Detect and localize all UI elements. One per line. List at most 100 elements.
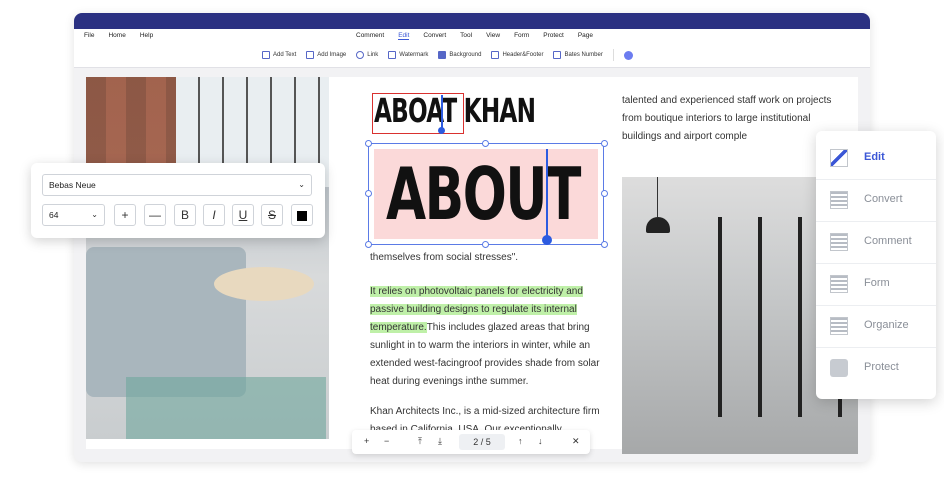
add-text-button[interactable]: Add Text — [262, 51, 296, 59]
menu-home[interactable]: Home — [108, 32, 125, 39]
side-item-form[interactable]: Form — [816, 263, 936, 306]
convert-icon — [830, 191, 848, 209]
text-cursor — [546, 149, 548, 239]
add-image-icon — [306, 51, 315, 59]
zoom-out-button[interactable]: − — [384, 436, 389, 446]
tab-comment[interactable]: Comment — [356, 32, 384, 40]
resize-handle-b[interactable] — [482, 241, 489, 248]
interior-photo-left — [86, 77, 329, 439]
bates-number-button[interactable]: Bates Number — [553, 51, 603, 59]
toolbar-divider-line — [74, 67, 870, 68]
close-icon[interactable]: ✕ — [572, 436, 580, 447]
lamp-cord — [657, 177, 658, 217]
rug — [126, 377, 326, 439]
page-number[interactable]: 2 / 5 — [459, 434, 505, 450]
tab-page[interactable]: Page — [578, 32, 593, 40]
prev-page-icon[interactable]: ↑ — [518, 436, 523, 446]
tab-convert[interactable]: Convert — [423, 32, 446, 40]
link-button[interactable]: Link — [356, 51, 378, 59]
increase-size-button[interactable]: + — [114, 204, 136, 226]
body-paragraph-1[interactable]: It relies on photovoltaic panels for ele… — [370, 283, 602, 391]
text-cursor-small — [441, 95, 443, 129]
watermark-button[interactable]: Watermark — [388, 51, 428, 59]
resize-handle-tl[interactable] — [365, 140, 372, 147]
pendant-lamp — [646, 217, 670, 233]
side-item-label: Form — [864, 277, 890, 289]
chevron-down-icon: ⌄ — [298, 180, 305, 189]
resize-handle-t[interactable] — [482, 140, 489, 147]
next-page-icon[interactable]: ↓ — [538, 436, 543, 446]
menu-bar: File Home Help Comment Edit Convert Tool… — [74, 29, 870, 47]
toolbar-divider — [612, 49, 614, 61]
form-icon — [830, 275, 848, 293]
cursor-handle-small[interactable] — [438, 127, 445, 134]
edit-icon — [830, 149, 848, 167]
feature-side-panel: Edit Convert Comment Form Organize Prote… — [816, 131, 936, 399]
background-icon — [438, 51, 447, 59]
add-text-icon — [262, 51, 270, 59]
side-item-label: Convert — [864, 193, 903, 205]
color-swatch — [297, 210, 307, 221]
side-item-comment[interactable]: Comment — [816, 221, 936, 264]
body-paragraph-2[interactable]: Khan Architects Inc., is a mid-sized arc… — [370, 403, 602, 433]
body-line-1[interactable]: themselves from social stresses". — [370, 249, 602, 267]
header-footer-button[interactable]: Header&Footer — [491, 51, 543, 59]
cursor-handle[interactable] — [542, 235, 552, 245]
side-item-label: Organize — [864, 319, 909, 331]
menu-file[interactable]: File — [84, 32, 94, 39]
side-item-organize[interactable]: Organize — [816, 305, 936, 348]
comment-icon — [830, 233, 848, 251]
text-color-button[interactable] — [291, 204, 313, 226]
background-label: Background — [449, 52, 482, 58]
side-item-protect[interactable]: Protect — [816, 347, 936, 389]
headline-selection-box — [372, 93, 464, 134]
tab-tool[interactable]: Tool — [460, 32, 472, 40]
decrease-size-button[interactable]: — — [144, 204, 166, 226]
chevron-down-icon: ⌄ — [91, 210, 98, 219]
side-item-edit[interactable]: Edit — [816, 137, 936, 180]
font-family-select[interactable]: Bebas Neue ⌄ — [42, 174, 312, 196]
add-image-label: Add Image — [317, 52, 347, 58]
last-page-icon[interactable]: ⤓ — [438, 436, 442, 447]
font-settings-panel: Bebas Neue ⌄ 64 ⌄ + — B I U S — [31, 163, 325, 238]
settings-icon[interactable] — [623, 50, 633, 60]
side-item-label: Edit — [864, 151, 885, 163]
resize-handle-bl[interactable] — [365, 241, 372, 248]
edit-toolbar: Add Text Add Image Link Watermark Backgr… — [74, 47, 870, 68]
font-family-value: Bebas Neue — [49, 180, 96, 190]
watermark-icon — [388, 51, 397, 59]
header-footer-label: Header&Footer — [502, 52, 544, 58]
menu-help[interactable]: Help — [140, 32, 153, 39]
font-size-value: 64 — [49, 210, 59, 220]
background-button[interactable]: Background — [438, 51, 481, 59]
link-icon — [356, 51, 365, 59]
link-label: Link — [367, 52, 379, 58]
tab-edit[interactable]: Edit — [398, 32, 410, 40]
watermark-label: Watermark — [399, 52, 429, 58]
add-image-button[interactable]: Add Image — [306, 51, 346, 59]
bold-button[interactable]: B — [174, 204, 196, 226]
about-selection-box — [368, 143, 604, 245]
side-item-label: Comment — [864, 235, 912, 247]
first-page-icon[interactable]: ⤒ — [418, 436, 422, 447]
coffee-table — [214, 267, 314, 301]
tab-form[interactable]: Form — [514, 32, 529, 40]
side-item-label: Protect — [864, 361, 899, 373]
title-bar — [74, 13, 870, 29]
bates-number-icon — [553, 51, 562, 59]
zoom-in-button[interactable]: + — [364, 436, 369, 446]
side-item-convert[interactable]: Convert — [816, 179, 936, 222]
page-navigator: + − ⤒ ⤓ 2 / 5 ↑ ↓ ✕ — [352, 430, 590, 454]
strikethrough-button[interactable]: S — [261, 204, 283, 226]
organize-icon — [830, 317, 848, 335]
bates-number-label: Bates Number — [564, 52, 603, 58]
resize-handle-l[interactable] — [365, 190, 372, 197]
tab-protect[interactable]: Protect — [543, 32, 564, 40]
italic-button[interactable]: I — [203, 204, 225, 226]
underline-button[interactable]: U — [232, 204, 254, 226]
font-size-select[interactable]: 64 ⌄ — [42, 204, 105, 226]
resize-handle-tr[interactable] — [601, 140, 608, 147]
resize-handle-br[interactable] — [601, 241, 608, 248]
tab-view[interactable]: View — [486, 32, 500, 40]
resize-handle-r[interactable] — [601, 190, 608, 197]
